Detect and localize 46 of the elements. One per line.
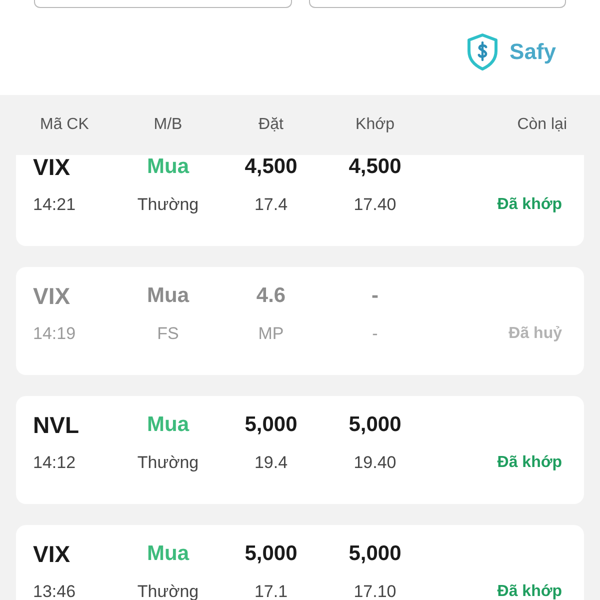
order-price: 17.4 bbox=[254, 194, 288, 216]
column-header: M/B bbox=[154, 115, 182, 135]
brand-name: Safy bbox=[510, 39, 556, 65]
order-quantity: 4.6 bbox=[256, 284, 286, 308]
stock-symbol: VIX bbox=[33, 284, 70, 308]
order-price: 19.4 bbox=[254, 452, 288, 474]
matched-price: - bbox=[372, 323, 378, 345]
order-card[interactable]: NVL Mua 5,000 5,000 14:12 Thường 19.4 19.40 Đã khớp bbox=[16, 396, 584, 504]
column-header: Khớp bbox=[356, 115, 394, 135]
order-quantity: 5,000 bbox=[244, 542, 298, 566]
order-time: 14:12 bbox=[33, 452, 76, 474]
order-time: 14:21 bbox=[33, 194, 76, 216]
stock-symbol: VIX bbox=[33, 155, 70, 179]
stock-symbol: NVL bbox=[33, 413, 79, 437]
input-field[interactable] bbox=[308, 0, 566, 8]
stock-symbol: VIX bbox=[33, 542, 70, 566]
order-card[interactable]: VIX Mua 4,500 4,500 14:21 Thường 17.4 17.40 Đã khớp bbox=[16, 155, 584, 246]
order-status: Đã khớp bbox=[497, 582, 562, 600]
order-quantity: 4,500 bbox=[244, 155, 298, 179]
column-header: Mã CK bbox=[39, 115, 89, 135]
matched-quantity: - bbox=[372, 284, 378, 308]
order-side: Mua bbox=[147, 413, 189, 437]
order-status: Đã khớp bbox=[497, 195, 562, 215]
order-time: 14:19 bbox=[33, 323, 76, 345]
order-quantity: 5,000 bbox=[244, 413, 298, 437]
shield-dollar-icon bbox=[466, 33, 499, 71]
order-price: 17.1 bbox=[254, 581, 288, 600]
order-status: Đã huỷ bbox=[508, 324, 562, 344]
matched-price: 19.40 bbox=[354, 452, 396, 474]
matched-quantity: 5,000 bbox=[348, 542, 402, 566]
matched-price: 17.40 bbox=[354, 194, 396, 216]
order-side: Mua bbox=[147, 155, 189, 179]
order-status: Đã khớp bbox=[497, 453, 562, 473]
order-price: MP bbox=[258, 323, 284, 345]
order-side: Mua bbox=[147, 542, 189, 566]
order-type: Thường bbox=[137, 194, 199, 216]
order-side: Mua bbox=[147, 284, 189, 308]
matched-price: 17.10 bbox=[354, 581, 396, 600]
column-header: Còn lại bbox=[517, 115, 567, 135]
matched-quantity: 5,000 bbox=[348, 413, 402, 437]
order-type: Thường bbox=[137, 452, 199, 474]
input-field[interactable] bbox=[34, 0, 292, 8]
order-type: FS bbox=[157, 323, 179, 345]
column-header: Đặt bbox=[258, 115, 284, 135]
order-time: 13:46 bbox=[33, 581, 76, 600]
matched-quantity: 4,500 bbox=[348, 155, 402, 179]
